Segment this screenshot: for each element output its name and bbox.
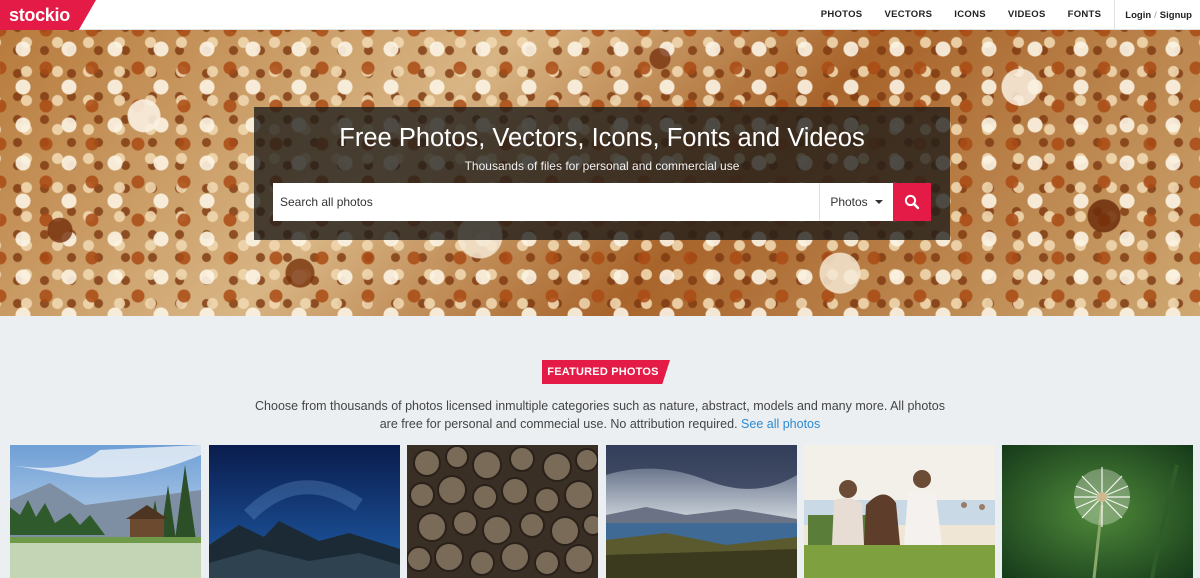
photo-thumbnail-meadow[interactable] [10,445,201,578]
hero-title: Free Photos, Vectors, Icons, Fonts and V… [339,124,865,152]
stockio-logo[interactable]: stockio [0,0,96,30]
nav-vectors[interactable]: VECTORS [873,0,943,30]
featured-photos-badge: FEATURED PHOTOS [542,360,670,384]
photo-thumbnail-coast[interactable] [606,445,797,578]
main-nav: PHOTOS VECTORS ICONS VIDEOS FONTS Login … [810,0,1200,30]
nav-fonts[interactable]: FONTS [1057,0,1113,30]
nav-videos[interactable]: VIDEOS [997,0,1057,30]
login-link[interactable]: Login [1125,10,1151,21]
auth-links: Login / Signup [1115,10,1200,21]
photo-thumbnail-wood-logs[interactable] [407,445,598,578]
search-bar: Photos [273,183,931,221]
signup-link[interactable]: Signup [1160,10,1192,21]
nav-photos[interactable]: PHOTOS [810,0,874,30]
photo-thumbnail-beach-dog[interactable] [804,445,995,578]
caret-down-icon [874,200,883,204]
featured-description-text: Choose from thousands of photos licensed… [255,399,945,431]
search-type-value: Photos [830,195,868,209]
see-all-photos-link[interactable]: See all photos [741,417,820,431]
photo-thumbnail-dandelion[interactable] [1002,445,1193,578]
search-input[interactable] [273,183,819,221]
featured-description: Choose from thousands of photos licensed… [250,397,950,433]
hero-banner: Free Photos, Vectors, Icons, Fonts and V… [0,30,1200,316]
search-icon [904,194,920,210]
photo-thumbnail-night-sky[interactable] [209,445,400,578]
auth-separator: / [1154,9,1157,21]
hero-subtitle: Thousands of files for personal and comm… [464,159,740,173]
top-navigation-bar: stockio PHOTOS VECTORS ICONS VIDEOS FONT… [0,0,1200,30]
nav-icons[interactable]: ICONS [943,0,997,30]
search-button[interactable] [893,183,931,221]
search-type-dropdown[interactable]: Photos [819,183,893,221]
hero-search-panel: Free Photos, Vectors, Icons, Fonts and V… [254,107,950,240]
